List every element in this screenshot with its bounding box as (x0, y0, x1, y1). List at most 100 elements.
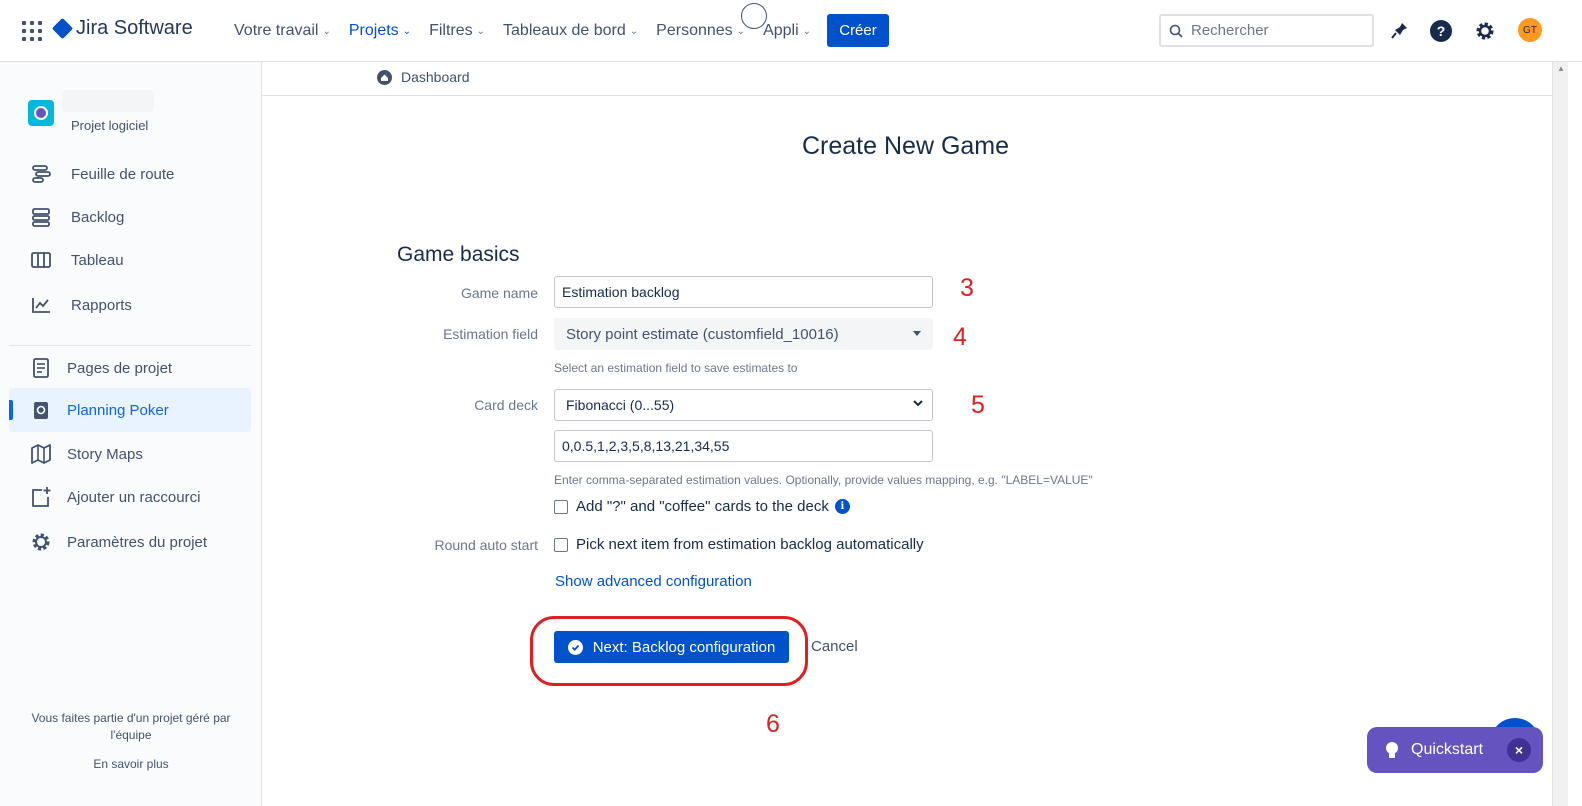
sidebar-item-story-maps[interactable]: Story Maps (9, 432, 251, 476)
backlog-icon (29, 205, 53, 229)
nav-label: Projets (348, 22, 399, 39)
close-icon[interactable]: × (1507, 738, 1531, 762)
quickstart-label: Quickstart (1411, 741, 1484, 758)
card-deck-select[interactable]: Fibonacci (0...55) (554, 389, 933, 421)
add-shortcut-icon (29, 485, 53, 509)
dropdown-caret-icon (913, 331, 921, 336)
nav-tableaux-de-bord[interactable]: Tableaux de bord ⌄ (503, 20, 638, 42)
sidebar-item-label: Tableau (71, 251, 124, 269)
nav-votre-travail[interactable]: Votre travail ⌄ (234, 20, 331, 42)
coffee-cards-label: Add "?" and "coffee" cards to the deck (576, 498, 829, 515)
apps-grid-icon[interactable] (22, 21, 42, 41)
map-icon (29, 442, 53, 466)
nav-label: Tableaux de bord (503, 22, 626, 39)
chevron-down-icon: ⌄ (322, 25, 331, 37)
sidebar-item-backlog[interactable]: Backlog (9, 195, 251, 239)
nav-personnes[interactable]: Personnes ⌄ (656, 20, 745, 42)
search-input[interactable] (1191, 22, 1361, 39)
lightbulb-icon (1383, 741, 1401, 759)
check-circle-icon (567, 639, 583, 655)
nav-appli[interactable]: Appli ⌄ (763, 20, 811, 42)
sidebar-item-project-pages[interactable]: Pages de projet (9, 346, 251, 390)
sidebar-item-roadmap[interactable]: Feuille de route (9, 152, 251, 196)
project-sidebar: Projet logiciel Feuille de route Backlog… (0, 62, 262, 806)
chevron-down-icon (912, 396, 924, 412)
cursor-indicator (741, 3, 767, 29)
settings-icon (29, 530, 53, 554)
nav-label: Appli (763, 22, 799, 39)
card-deck-value: Fibonacci (0...55) (566, 397, 675, 413)
next-button-label: Next: Backlog configuration (592, 638, 776, 656)
project-name-placeholder (62, 90, 154, 112)
svg-text:?: ? (1437, 23, 1446, 39)
annotation-6: 6 (766, 710, 780, 738)
search-icon (1169, 24, 1183, 38)
jira-logo[interactable]: Jira Software (51, 17, 193, 40)
sidebar-footer: Vous faites partie d'un projet géré par … (0, 710, 262, 773)
estimation-field-select[interactable]: Story point estimate (customfield_10016) (554, 318, 933, 350)
board-icon (29, 248, 53, 272)
settings-icon[interactable] (1473, 19, 1497, 43)
chevron-down-icon: ⌄ (402, 25, 412, 37)
sidebar-item-label: Rapports (71, 296, 132, 314)
quickstart-button[interactable]: Quickstart × (1367, 727, 1543, 773)
page-title: Create New Game (802, 132, 1010, 160)
game-name-label: Game name (460, 285, 538, 301)
scroll-up-icon[interactable]: ▲ (1557, 64, 1565, 73)
learn-more-link[interactable]: En savoir plus (0, 756, 262, 773)
brand-name: Jira Software (76, 17, 193, 39)
breadcrumb-bar: Dashboard (262, 62, 1552, 96)
auto-start-checkbox[interactable] (554, 537, 568, 552)
show-advanced-configuration-link[interactable]: Show advanced configuration (555, 573, 752, 590)
sidebar-item-reports[interactable]: Rapports (9, 283, 251, 327)
sidebar-item-label: Pages de projet (67, 359, 173, 377)
nav-filtres[interactable]: Filtres ⌄ (429, 20, 485, 42)
estimation-field-label: Estimation field (443, 326, 538, 342)
chevron-down-icon: ⌄ (802, 25, 812, 37)
game-name-input[interactable]: Estimation backlog (554, 276, 933, 308)
avatar[interactable]: GT (1518, 18, 1542, 42)
card-values-input[interactable]: 0,0.5,1,2,3,5,8,13,21,34,55 (554, 430, 933, 462)
planning-poker-icon (29, 398, 53, 422)
card-values-help: Enter comma-separated estimation values.… (554, 473, 1093, 487)
top-navigation-bar: Jira Software Votre travail ⌄ Projets ⌄ Fi… (0, 0, 1582, 62)
sidebar-item-add-shortcut[interactable]: Ajouter un raccourci (9, 475, 251, 519)
auto-start-label: Pick next item from estimation backlog a… (576, 536, 924, 553)
next-backlog-configuration-button[interactable]: Next: Backlog configuration (554, 631, 789, 663)
card-deck-label: Card deck (474, 397, 538, 413)
nav-projets[interactable]: Projets ⌄ (349, 20, 411, 42)
sidebar-item-label: Story Maps (67, 445, 143, 463)
help-icon[interactable]: ? (1429, 19, 1453, 43)
reports-icon (29, 293, 53, 317)
annotation-5: 5 (971, 391, 985, 419)
project-avatar-icon[interactable] (28, 100, 54, 126)
annotation-3: 3 (960, 274, 974, 302)
page-scrollbar[interactable]: ▲ (1552, 62, 1568, 806)
create-button[interactable]: Créer (827, 14, 889, 47)
sidebar-item-project-settings[interactable]: Paramètres du projet (9, 520, 251, 564)
nav-label: Filtres (429, 22, 473, 39)
sidebar-item-label: Ajouter un raccourci (67, 488, 201, 506)
sidebar-item-planning-poker[interactable]: Planning Poker (9, 388, 251, 432)
estimation-field-value: Story point estimate (customfield_10016) (566, 325, 839, 343)
coffee-cards-checkbox[interactable] (554, 499, 568, 514)
estimation-field-help: Select an estimation field to save estim… (554, 361, 798, 375)
cancel-link[interactable]: Cancel (811, 638, 858, 655)
info-icon[interactable]: i (834, 499, 850, 514)
breadcrumb[interactable]: Dashboard (377, 69, 470, 85)
nav-label: Personnes (656, 22, 733, 39)
sidebar-item-label: Feuille de route (71, 165, 175, 183)
chevron-down-icon: ⌄ (476, 25, 486, 37)
chevron-down-icon: ⌄ (629, 25, 639, 37)
notifications-icon[interactable] (1387, 19, 1411, 43)
project-type: Projet logiciel (71, 118, 149, 133)
round-auto-start-label: Round auto start (434, 537, 538, 553)
roadmap-icon (29, 162, 53, 186)
home-icon (377, 69, 392, 85)
nav-label: Votre travail (234, 22, 319, 39)
sidebar-item-board[interactable]: Tableau (9, 238, 251, 282)
section-title: Game basics (397, 243, 520, 266)
search-box[interactable] (1159, 14, 1374, 47)
sidebar-item-label: Backlog (71, 208, 125, 226)
coffee-cards-row: Add "?" and "coffee" cards to the deck i (554, 498, 850, 515)
